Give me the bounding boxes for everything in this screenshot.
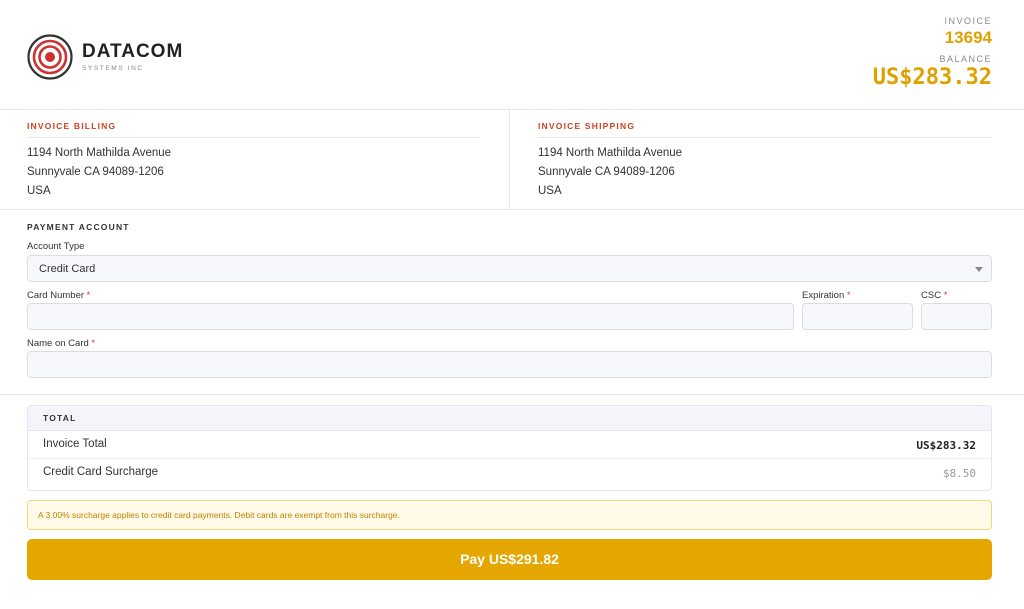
expiration-label-text: Expiration [802,290,845,301]
required-mark: * [943,290,948,301]
payment-account-title: PAYMENT ACCOUNT [27,222,130,232]
shipping-line: Sunnyvale CA 94089-1206 [538,166,675,178]
shipping-line: 1194 North Mathilda Avenue [538,147,683,159]
billing-line: USA [27,185,51,197]
name-on-card-label-text: Name on Card [27,338,89,349]
surcharge-value: $8.50 [942,467,976,480]
account-type-select[interactable]: Credit Card [27,255,992,282]
account-type-label: Account Type [27,241,85,252]
invoice-header: DATACOM SYSTEMS INC INVOICE 13694 BALANC… [0,0,1024,110]
surcharge-notice: A 3.00% surcharge applies to credit card… [27,500,992,530]
payment-account-section: PAYMENT ACCOUNT Account Type Credit Card… [0,210,1024,395]
address-divider [509,110,510,210]
balance-label: BALANCE [939,54,992,64]
name-on-card-label: Name on Card * [27,338,95,349]
address-section: INVOICE BILLING 1194 North Mathilda Aven… [0,110,1024,210]
brand: DATACOM SYSTEMS INC [82,41,183,72]
chevron-down-icon [975,267,983,272]
billing-line: 1194 North Mathilda Avenue [27,147,172,159]
required-mark: * [91,338,96,349]
account-type-value: Credit Card [39,263,96,275]
required-mark: * [86,290,91,301]
pay-button[interactable]: Pay US$291.82 [27,539,992,580]
required-mark: * [846,290,851,301]
billing-address: INVOICE BILLING 1194 North Mathilda Aven… [27,110,480,210]
shipping-title: INVOICE SHIPPING [538,110,992,138]
invoice-summary: INVOICE 13694 BALANCE US$283.32 [873,16,992,90]
totals-title: TOTAL [28,406,991,431]
csc-label-text: CSC [921,290,942,301]
expiration-label: Expiration * [802,290,851,301]
invoice-total-value: US$283.32 [916,439,976,452]
card-number-label: Card Number * [27,290,90,301]
invoice-total-label: Invoice Total [43,438,107,450]
csc-label: CSC * [921,290,947,301]
surcharge-label: Credit Card Surcharge [43,466,159,478]
name-on-card-input[interactable] [27,351,992,378]
expiration-input[interactable] [802,303,913,330]
shipping-line: USA [538,185,562,197]
totals-card: TOTAL Invoice Total US$283.32 Credit Car… [27,405,992,491]
table-row: Invoice Total US$283.32 [28,431,991,459]
brand-name: DATACOM [82,41,184,62]
balance-value: US$283.32 [872,65,992,90]
csc-input[interactable] [921,303,992,330]
card-number-input[interactable] [27,303,794,330]
table-row: Credit Card Surcharge $8.50 [28,459,991,487]
billing-title: INVOICE BILLING [27,110,480,138]
billing-line: Sunnyvale CA 94089-1206 [27,166,164,178]
target-logo-icon [27,34,73,80]
invoice-number: 13694 [944,28,992,47]
brand-subtitle: SYSTEMS INC [82,65,144,72]
invoice-label: INVOICE [944,16,992,26]
card-number-label-text: Card Number [27,290,85,301]
shipping-address: INVOICE SHIPPING 1194 North Mathilda Ave… [538,110,992,210]
